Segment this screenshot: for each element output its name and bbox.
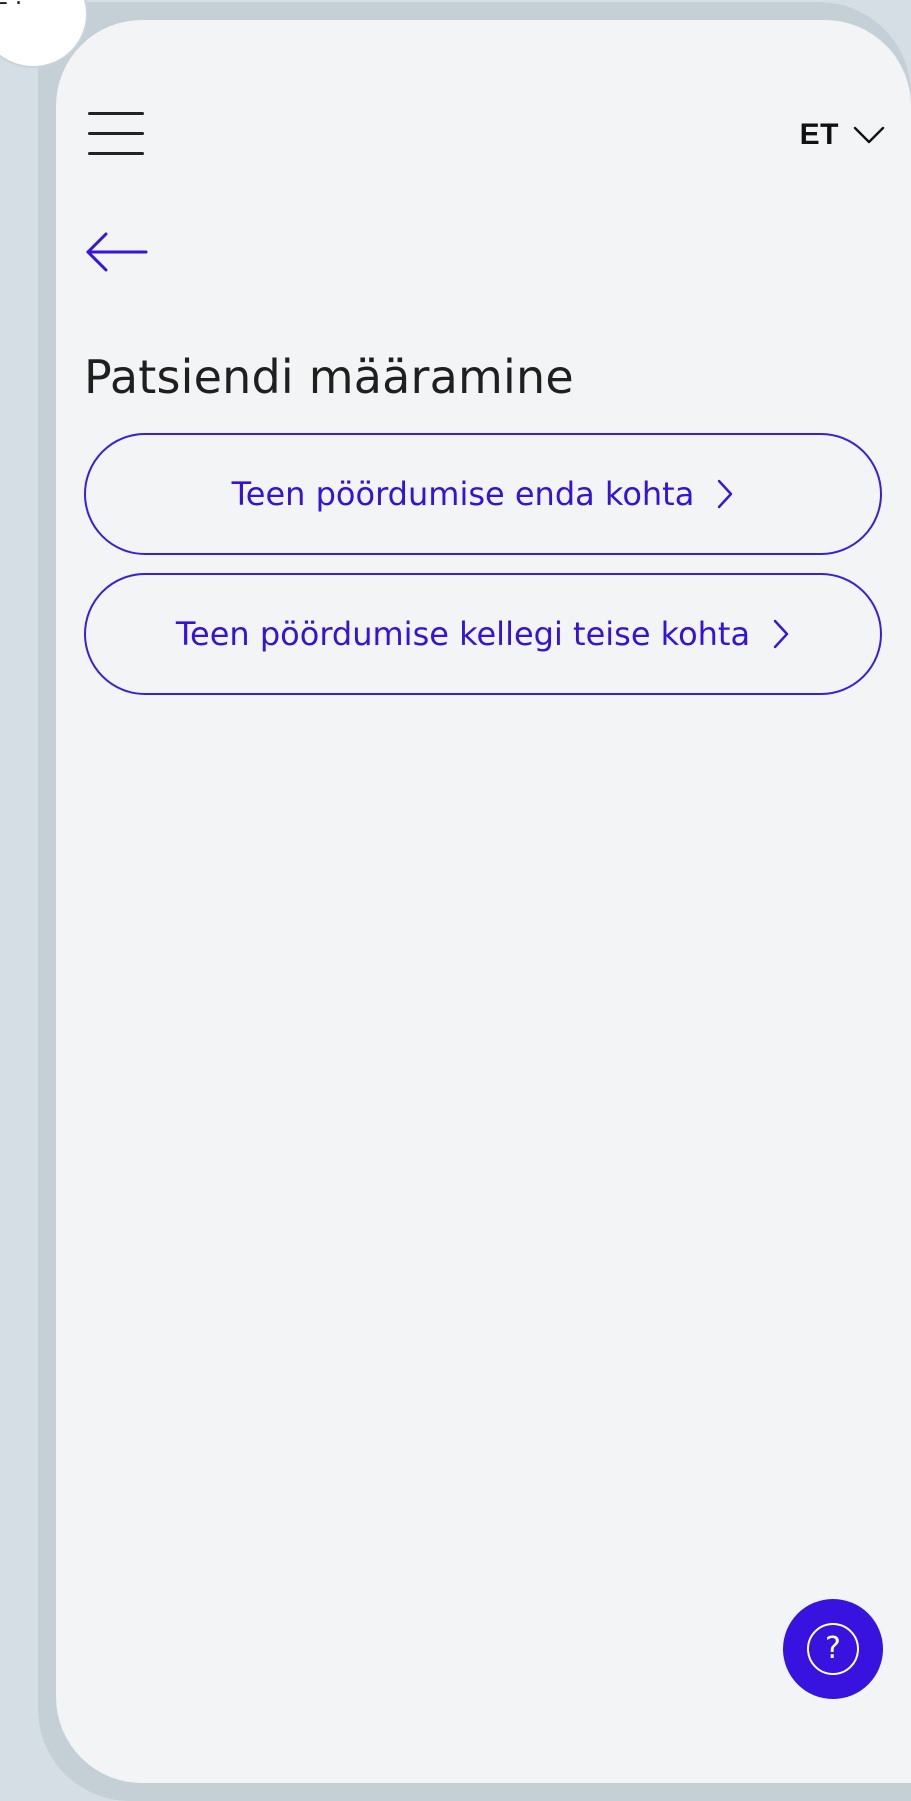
help-icon: ?: [807, 1623, 859, 1675]
option-other-button[interactable]: Teen pöördumise kellegi teise kohta: [84, 573, 882, 695]
step-label: 2.: [0, 0, 26, 12]
chevron-right-icon: [718, 479, 733, 509]
phone-screen: ET Patsiendi määramine Teen pöördumise e…: [56, 20, 911, 1783]
arrow-left-icon[interactable]: [84, 230, 148, 274]
hamburger-menu-icon[interactable]: [88, 112, 144, 156]
chevron-down-icon: [853, 126, 885, 144]
page-title: Patsiendi määramine: [84, 350, 574, 404]
chevron-right-icon: [773, 619, 789, 649]
language-label: ET: [799, 118, 839, 151]
option-self-button[interactable]: Teen pöördumise enda kohta: [84, 433, 882, 555]
option-self-label: Teen pöördumise enda kohta: [231, 475, 695, 513]
help-button[interactable]: ?: [783, 1599, 883, 1699]
help-label: ?: [825, 1631, 841, 1666]
option-other-label: Teen pöördumise kellegi teise kohta: [175, 615, 751, 653]
language-switcher[interactable]: ET: [800, 118, 885, 152]
